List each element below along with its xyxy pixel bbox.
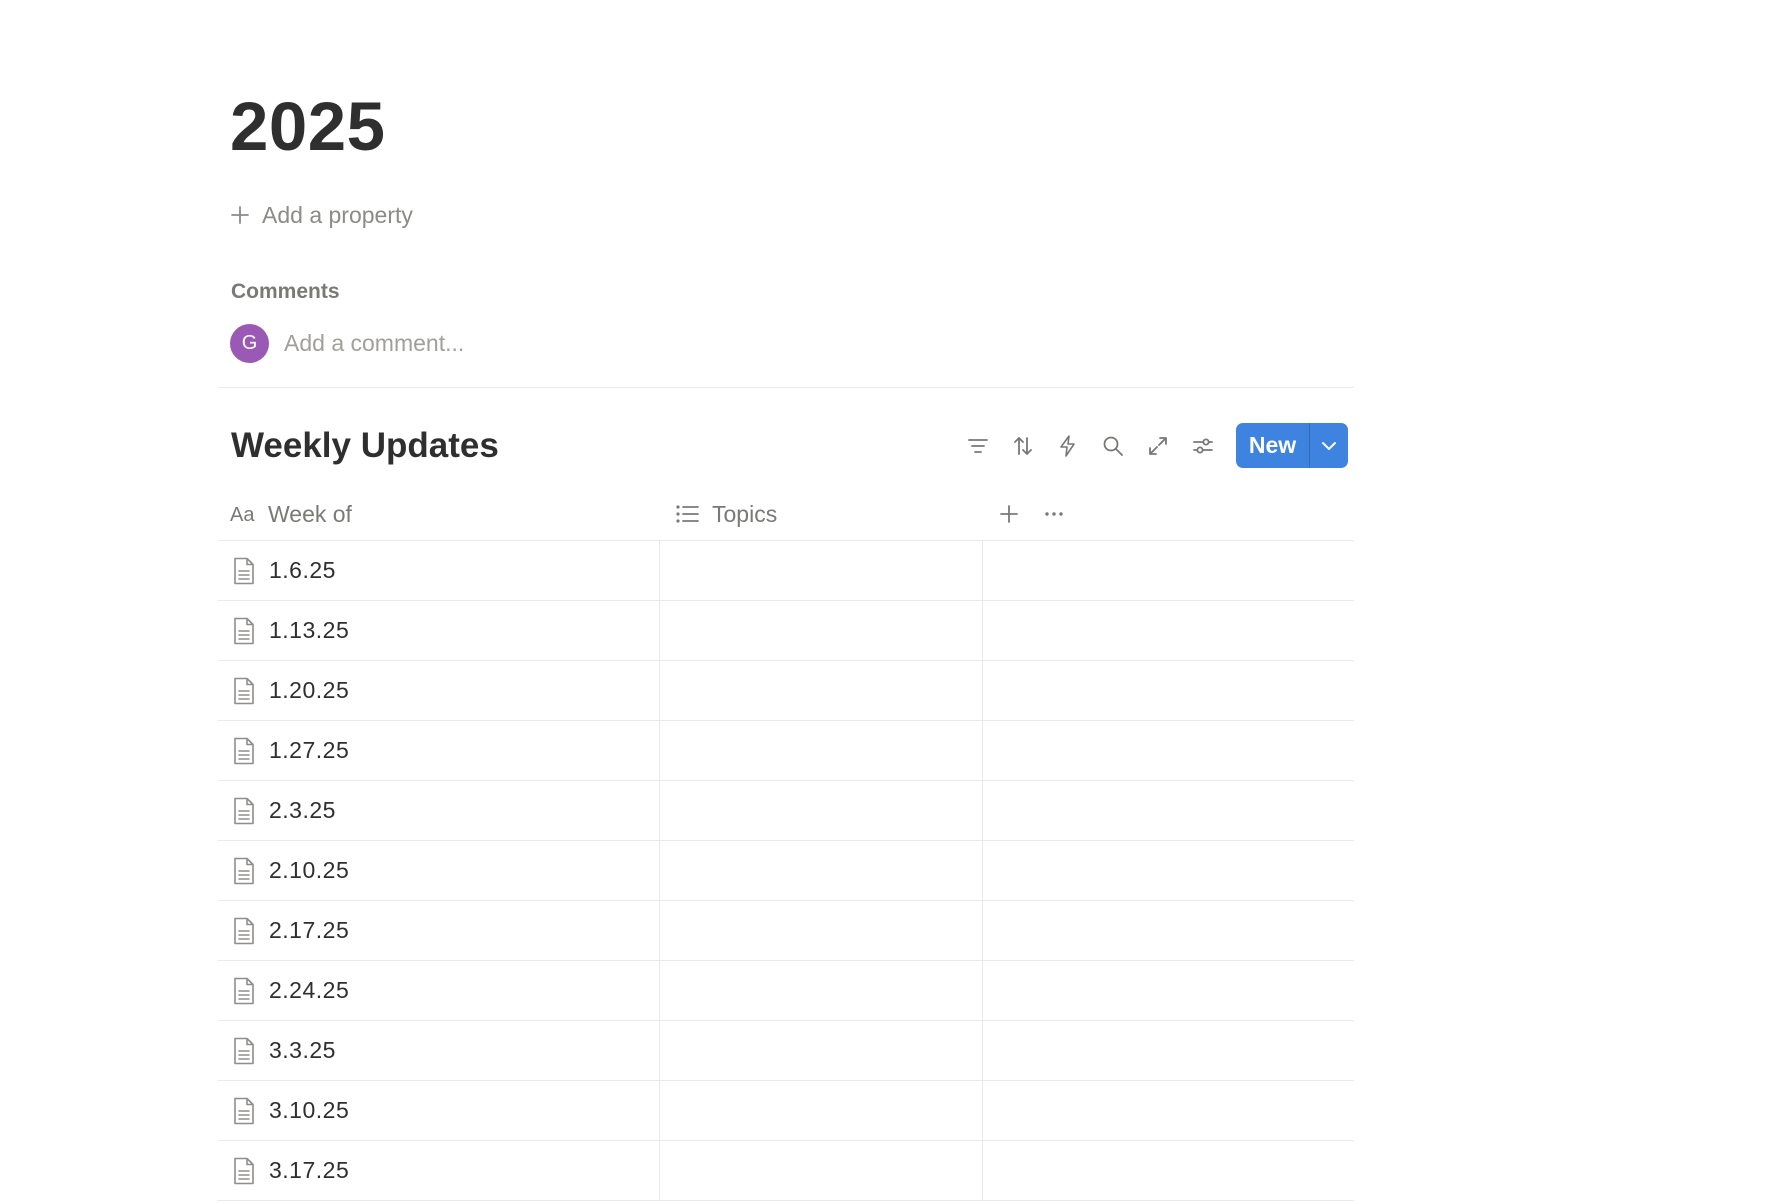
- add-column-button[interactable]: [989, 494, 1029, 534]
- page-icon: [234, 917, 254, 944]
- page-icon: [234, 857, 254, 884]
- topics-cell[interactable]: [661, 961, 983, 1020]
- sort-icon: [1013, 436, 1032, 455]
- page-title[interactable]: 2025: [230, 92, 386, 161]
- week-of-cell[interactable]: 1.20.25: [218, 661, 660, 720]
- page-icon: [234, 557, 254, 584]
- topics-cell[interactable]: [661, 1141, 983, 1200]
- row-title: 1.13.25: [269, 617, 350, 643]
- divider: [218, 387, 1354, 388]
- chevron-down-icon: [1322, 441, 1336, 450]
- topics-cell[interactable]: [661, 1021, 983, 1080]
- row-title: 2.24.25: [269, 977, 350, 1003]
- topics-cell[interactable]: [661, 541, 983, 600]
- row-title: 2.17.25: [269, 917, 350, 943]
- week-of-cell[interactable]: 2.3.25: [218, 781, 660, 840]
- week-of-cell[interactable]: 1.13.25: [218, 601, 660, 660]
- page-icon: [234, 1157, 254, 1184]
- svg-text:Aa: Aa: [230, 504, 255, 526]
- row-title: 2.10.25: [269, 857, 350, 883]
- table-row[interactable]: 3.17.25: [218, 1141, 1354, 1201]
- table-row[interactable]: 1.20.25: [218, 661, 1354, 721]
- table-row[interactable]: 2.17.25: [218, 901, 1354, 961]
- search-icon: [1103, 436, 1123, 456]
- week-of-cell[interactable]: 3.10.25: [218, 1081, 660, 1140]
- table-row[interactable]: 3.10.25: [218, 1081, 1354, 1141]
- week-of-cell[interactable]: 3.3.25: [218, 1021, 660, 1080]
- comments-heading: Comments: [231, 280, 340, 303]
- week-of-cell[interactable]: 2.10.25: [218, 841, 660, 900]
- row-title: 1.27.25: [269, 737, 350, 763]
- filter-icon: [967, 438, 988, 453]
- table-row[interactable]: 2.10.25: [218, 841, 1354, 901]
- add-property-button[interactable]: Add a property: [230, 200, 413, 230]
- table-body: 1.6.25 1.13.25 1.20.25 1.27.25 2.3.25 2.10.25…: [218, 541, 1354, 1201]
- table-row[interactable]: 1.27.25: [218, 721, 1354, 781]
- row-title: 1.20.25: [269, 677, 350, 703]
- table-row[interactable]: 2.3.25: [218, 781, 1354, 841]
- topics-cell[interactable]: [661, 841, 983, 900]
- expand-icon: [1148, 436, 1167, 455]
- table-header: Aa Week of Topics: [218, 488, 1354, 541]
- filter-button[interactable]: [955, 423, 1000, 468]
- comment-composer: G: [230, 324, 886, 363]
- new-button-group: New: [1236, 423, 1348, 468]
- week-of-cell[interactable]: 3.17.25: [218, 1141, 660, 1200]
- new-button[interactable]: New: [1236, 423, 1309, 468]
- view-settings-button[interactable]: [1180, 423, 1225, 468]
- comment-input[interactable]: [282, 329, 886, 358]
- topics-cell[interactable]: [661, 901, 983, 960]
- week-of-cell[interactable]: 2.24.25: [218, 961, 660, 1020]
- table-row[interactable]: 2.24.25: [218, 961, 1354, 1021]
- row-title: 3.10.25: [269, 1097, 350, 1123]
- table-row[interactable]: 1.6.25: [218, 541, 1354, 601]
- avatar: G: [230, 324, 269, 363]
- page-icon: [234, 977, 254, 1004]
- row-title: 3.17.25: [269, 1157, 350, 1183]
- database-title[interactable]: Weekly Updates: [231, 425, 499, 467]
- settings-sliders-icon: [1192, 438, 1213, 453]
- plus-icon: [231, 206, 249, 224]
- row-title: 2.3.25: [269, 797, 336, 823]
- new-dropdown-button[interactable]: [1310, 423, 1348, 468]
- topics-cell[interactable]: [661, 601, 983, 660]
- list-property-icon: [676, 505, 699, 523]
- page-icon: [234, 617, 254, 644]
- column-label: Topics: [712, 500, 778, 527]
- sort-button[interactable]: [1000, 423, 1045, 468]
- week-of-cell[interactable]: 2.17.25: [218, 901, 660, 960]
- plus-icon: [1000, 505, 1018, 523]
- row-title: 1.6.25: [269, 557, 336, 583]
- expand-button[interactable]: [1135, 423, 1180, 468]
- topics-cell[interactable]: [661, 721, 983, 780]
- page: 2025 Add a property Comments G Weekly Up…: [0, 0, 1780, 1204]
- database-table: Aa Week of Topics 1.6.25 1.13.25 1.20.25…: [218, 488, 1354, 1201]
- page-icon: [234, 1097, 254, 1124]
- table-row[interactable]: 3.3.25: [218, 1021, 1354, 1081]
- automation-button[interactable]: [1045, 423, 1090, 468]
- database-toolbar: New: [955, 423, 1348, 468]
- topics-cell[interactable]: [661, 661, 983, 720]
- page-icon: [234, 677, 254, 704]
- week-of-cell[interactable]: 1.6.25: [218, 541, 660, 600]
- lightning-icon: [1059, 434, 1075, 457]
- page-icon: [234, 737, 254, 764]
- table-row[interactable]: 1.13.25: [218, 601, 1354, 661]
- page-icon: [234, 1037, 254, 1064]
- page-icon: [234, 797, 254, 824]
- add-property-label: Add a property: [262, 201, 413, 228]
- more-horizontal-icon: [1045, 512, 1063, 516]
- more-options-button[interactable]: [1034, 494, 1074, 534]
- week-of-cell[interactable]: 1.27.25: [218, 721, 660, 780]
- column-header-topics[interactable]: Topics: [674, 488, 777, 540]
- search-button[interactable]: [1090, 423, 1135, 468]
- row-title: 3.3.25: [269, 1037, 336, 1063]
- column-header-week-of[interactable]: Aa Week of: [230, 488, 352, 540]
- topics-cell[interactable]: [661, 1081, 983, 1140]
- topics-cell[interactable]: [661, 781, 983, 840]
- column-label: Week of: [268, 500, 352, 527]
- text-property-icon: Aa: [230, 504, 255, 526]
